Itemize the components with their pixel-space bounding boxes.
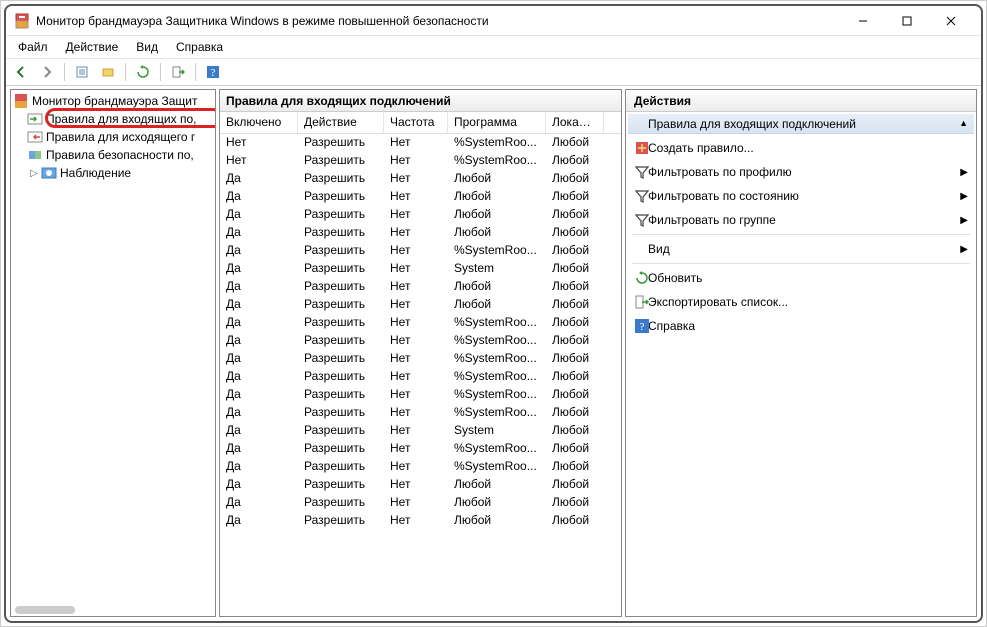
toolbar: ? bbox=[6, 58, 981, 86]
tree-monitoring[interactable]: ▷ Наблюдение bbox=[13, 164, 213, 182]
back-button[interactable] bbox=[10, 61, 32, 83]
actions-title: Действия bbox=[626, 90, 976, 112]
tree-scrollbar[interactable] bbox=[15, 606, 75, 614]
tree-security[interactable]: Правила безопасности по, bbox=[13, 146, 213, 164]
table-row[interactable]: ДаРазрешитьНет%SystemRoo...Любой bbox=[220, 368, 621, 386]
menu-view[interactable]: Вид bbox=[128, 38, 166, 56]
submenu-arrow-icon: ▶ bbox=[960, 215, 968, 226]
titlebar: Монитор брандмауэра Защитника Windows в … bbox=[6, 6, 981, 36]
help-button[interactable]: ? bbox=[202, 61, 224, 83]
action-filter-group[interactable]: Фильтровать по группе ▶ bbox=[626, 208, 976, 232]
submenu-arrow-icon: ▶ bbox=[960, 244, 968, 255]
table-row[interactable]: ДаРазрешитьНет%SystemRoo...Любой bbox=[220, 332, 621, 350]
table-row[interactable]: ДаРазрешитьНетSystemЛюбой bbox=[220, 260, 621, 278]
table-row[interactable]: НетРазрешитьНет%SystemRoo...Любой bbox=[220, 134, 621, 152]
table-row[interactable]: НетРазрешитьНет%SystemRoo...Любой bbox=[220, 152, 621, 170]
table-row[interactable]: ДаРазрешитьНет%SystemRoo...Любой bbox=[220, 458, 621, 476]
list-rows: НетРазрешитьНет%SystemRoo...ЛюбойНетРазр… bbox=[220, 134, 621, 530]
action-filter-profile[interactable]: Фильтровать по профилю ▶ bbox=[626, 160, 976, 184]
table-row[interactable]: ДаРазрешитьНетЛюбойЛюбой bbox=[220, 476, 621, 494]
export-icon bbox=[634, 294, 650, 310]
action-filter-state[interactable]: Фильтровать по состоянию ▶ bbox=[626, 184, 976, 208]
action-new-rule[interactable]: Создать правило... bbox=[626, 136, 976, 160]
filter-icon bbox=[634, 188, 650, 204]
table-row[interactable]: ДаРазрешитьНетЛюбойЛюбой bbox=[220, 170, 621, 188]
menu-help[interactable]: Справка bbox=[168, 38, 231, 56]
refresh-button[interactable] bbox=[132, 61, 154, 83]
list-title: Правила для входящих подключений bbox=[220, 90, 621, 112]
col-enabled[interactable]: Включено bbox=[220, 112, 298, 133]
table-row[interactable]: ДаРазрешитьНетЛюбойЛюбой bbox=[220, 278, 621, 296]
table-row[interactable]: ДаРазрешитьНетЛюбойЛюбой bbox=[220, 296, 621, 314]
table-row[interactable]: ДаРазрешитьНет%SystemRoo...Любой bbox=[220, 350, 621, 368]
tree-inbound[interactable]: Правила для входящих по, bbox=[13, 110, 213, 128]
new-rule-icon bbox=[634, 140, 650, 156]
firewall-icon bbox=[13, 93, 29, 109]
properties-button[interactable] bbox=[71, 61, 93, 83]
col-program[interactable]: Программа bbox=[448, 112, 546, 133]
actions-pane: Действия Правила для входящих подключени… bbox=[625, 89, 977, 617]
refresh-icon bbox=[634, 270, 650, 286]
actions-section[interactable]: Правила для входящих подключений ▲ bbox=[628, 114, 974, 134]
filter-icon bbox=[634, 212, 650, 228]
help-icon: ? bbox=[634, 318, 650, 334]
submenu-arrow-icon: ▶ bbox=[960, 191, 968, 202]
app-icon bbox=[14, 13, 30, 29]
action-export[interactable]: Экспортировать список... bbox=[626, 290, 976, 314]
table-row[interactable]: ДаРазрешитьНет%SystemRoo...Любой bbox=[220, 440, 621, 458]
table-row[interactable]: ДаРазрешитьНетЛюбойЛюбой bbox=[220, 206, 621, 224]
minimize-button[interactable] bbox=[841, 7, 885, 35]
action-refresh[interactable]: Обновить bbox=[626, 266, 976, 290]
window-title: Монитор брандмауэра Защитника Windows в … bbox=[36, 14, 489, 28]
table-row[interactable]: ДаРазрешитьНетЛюбойЛюбой bbox=[220, 224, 621, 242]
table-row[interactable]: ДаРазрешитьНетЛюбойЛюбой bbox=[220, 494, 621, 512]
submenu-arrow-icon: ▶ bbox=[960, 167, 968, 178]
table-row[interactable]: ДаРазрешитьНет%SystemRoo...Любой bbox=[220, 386, 621, 404]
menu-action[interactable]: Действие bbox=[58, 38, 127, 56]
table-row[interactable]: ДаРазрешитьНетSystemЛюбой bbox=[220, 422, 621, 440]
outbound-rules-icon bbox=[27, 129, 43, 145]
monitoring-icon bbox=[41, 165, 57, 181]
forward-button[interactable] bbox=[36, 61, 58, 83]
svg-text:?: ? bbox=[640, 321, 645, 333]
security-rules-icon bbox=[27, 147, 43, 163]
export-button[interactable] bbox=[167, 61, 189, 83]
action-help[interactable]: ? Справка bbox=[626, 314, 976, 338]
collapse-icon[interactable]: ▲ bbox=[959, 118, 968, 128]
filter-icon bbox=[634, 164, 650, 180]
folder-button[interactable] bbox=[97, 61, 119, 83]
table-row[interactable]: ДаРазрешитьНет%SystemRoo...Любой bbox=[220, 404, 621, 422]
col-action[interactable]: Действие bbox=[298, 112, 384, 133]
menu-file[interactable]: Файл bbox=[10, 38, 56, 56]
menubar: Файл Действие Вид Справка bbox=[6, 36, 981, 58]
table-row[interactable]: ДаРазрешитьНет%SystemRoo...Любой bbox=[220, 242, 621, 260]
col-local[interactable]: Локальн bbox=[546, 112, 604, 133]
table-row[interactable]: ДаРазрешитьНет%SystemRoo...Любой bbox=[220, 314, 621, 332]
table-row[interactable]: ДаРазрешитьНетЛюбойЛюбой bbox=[220, 188, 621, 206]
maximize-button[interactable] bbox=[885, 7, 929, 35]
tree-pane: Монитор брандмауэра Защит Правила для вх… bbox=[10, 89, 216, 617]
close-button[interactable] bbox=[929, 7, 973, 35]
list-pane: Правила для входящих подключений Включен… bbox=[219, 89, 622, 617]
svg-text:?: ? bbox=[211, 67, 216, 79]
expand-icon[interactable]: ▷ bbox=[27, 168, 41, 179]
inbound-rules-icon bbox=[27, 111, 43, 127]
tree-outbound[interactable]: Правила для исходящего г bbox=[13, 128, 213, 146]
table-row[interactable]: ДаРазрешитьНетЛюбойЛюбой bbox=[220, 512, 621, 530]
list-columns: Включено Действие Частота Программа Лока… bbox=[220, 112, 621, 134]
action-view[interactable]: Вид ▶ bbox=[626, 237, 976, 261]
col-freq[interactable]: Частота bbox=[384, 112, 448, 133]
tree-root[interactable]: Монитор брандмауэра Защит bbox=[13, 92, 213, 110]
